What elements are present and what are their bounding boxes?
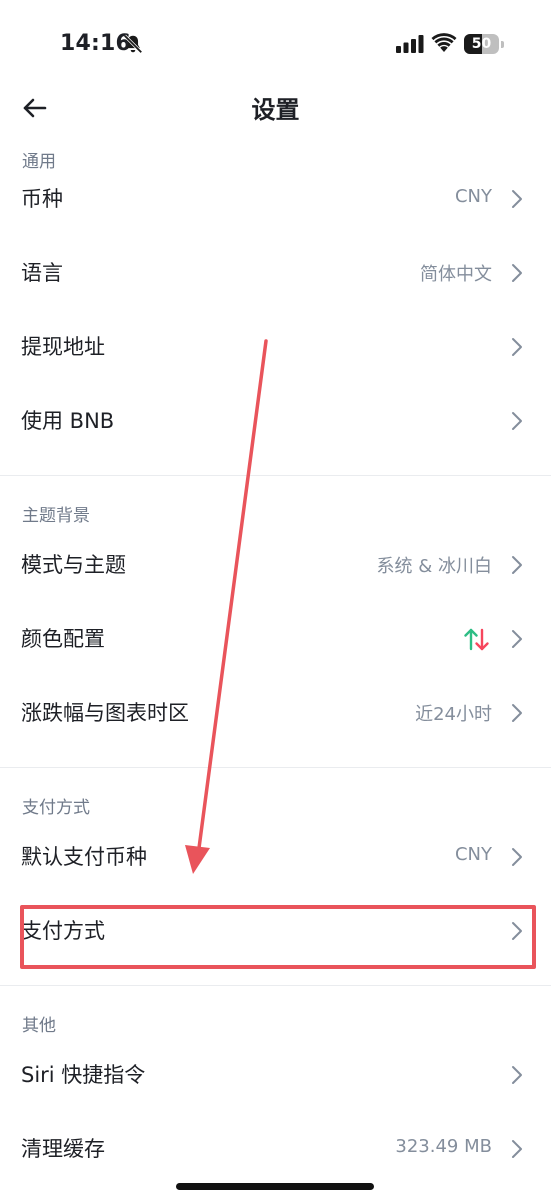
row-value: 近24小时 — [415, 704, 492, 725]
section-divider — [0, 475, 551, 476]
settings-row-withdraw-address[interactable]: 提现地址 — [0, 318, 551, 378]
wifi-icon — [431, 33, 457, 52]
chevron-right-icon — [512, 1140, 522, 1158]
section-label-other: 其他 — [22, 1016, 56, 1036]
row-label: 涨跌幅与图表时区 — [21, 701, 189, 725]
bell-slash-icon — [123, 34, 143, 54]
settings-row-siri-shortcuts[interactable]: Siri 快捷指令 — [0, 1046, 551, 1106]
status-time: 14:16 — [60, 31, 132, 56]
chevron-right-icon — [512, 630, 522, 648]
chevron-right-icon — [512, 556, 522, 574]
row-value: 323.49 MB — [395, 1136, 492, 1157]
chevron-right-icon — [512, 848, 522, 866]
settings-row-color-config[interactable]: 颜色配置 — [0, 610, 551, 670]
row-label: 币种 — [21, 187, 63, 211]
nav-header: 设置 — [0, 80, 551, 136]
battery-icon: 50 — [464, 34, 504, 54]
section-label-payment: 支付方式 — [22, 798, 90, 818]
settings-row-clear-cache[interactable]: 清理缓存 323.49 MB — [0, 1120, 551, 1180]
row-label: 颜色配置 — [21, 627, 105, 651]
section-divider — [0, 985, 551, 986]
section-divider — [0, 767, 551, 768]
chevron-right-icon — [512, 704, 522, 722]
battery-level: 50 — [471, 36, 492, 52]
row-label: 支付方式 — [21, 919, 105, 943]
chevron-right-icon — [512, 264, 522, 282]
settings-screen: 14:16 50 设置 通用 币种 CNY 语言 简体中文 提现地址 使用 BN… — [0, 0, 551, 1200]
row-value: CNY — [454, 186, 492, 207]
row-value: CNY — [454, 844, 492, 865]
chevron-right-icon — [512, 190, 522, 208]
home-indicator — [176, 1183, 374, 1190]
up-down-arrows-icon — [464, 628, 489, 651]
chevron-right-icon — [512, 338, 522, 356]
row-value: 系统 & 冰川白 — [376, 556, 492, 577]
row-label: Siri 快捷指令 — [21, 1063, 146, 1087]
row-label: 提现地址 — [21, 335, 105, 359]
settings-row-language[interactable]: 语言 简体中文 — [0, 244, 551, 304]
section-label-general: 通用 — [22, 152, 56, 172]
row-label: 清理缓存 — [21, 1137, 105, 1161]
settings-row-mode-theme[interactable]: 模式与主题 系统 & 冰川白 — [0, 536, 551, 596]
chevron-right-icon — [512, 1066, 522, 1084]
settings-row-use-bnb[interactable]: 使用 BNB — [0, 392, 551, 452]
section-label-theme: 主题背景 — [22, 506, 90, 526]
row-value: 简体中文 — [420, 264, 492, 285]
chevron-right-icon — [512, 412, 522, 430]
row-label: 使用 BNB — [21, 409, 115, 433]
settings-row-default-payment-currency[interactable]: 默认支付币种 CNY — [0, 828, 551, 888]
page-title: 设置 — [251, 96, 300, 124]
signal-icon — [396, 35, 424, 53]
settings-row-payment-methods[interactable]: 支付方式 — [0, 902, 551, 962]
row-label: 模式与主题 — [21, 553, 126, 577]
row-label: 默认支付币种 — [21, 845, 147, 869]
status-bar: 14:16 50 — [0, 0, 551, 88]
chevron-right-icon — [512, 922, 522, 940]
row-label: 语言 — [21, 261, 63, 285]
settings-row-change-timezone[interactable]: 涨跌幅与图表时区 近24小时 — [0, 684, 551, 744]
settings-row-currency[interactable]: 币种 CNY — [0, 170, 551, 230]
